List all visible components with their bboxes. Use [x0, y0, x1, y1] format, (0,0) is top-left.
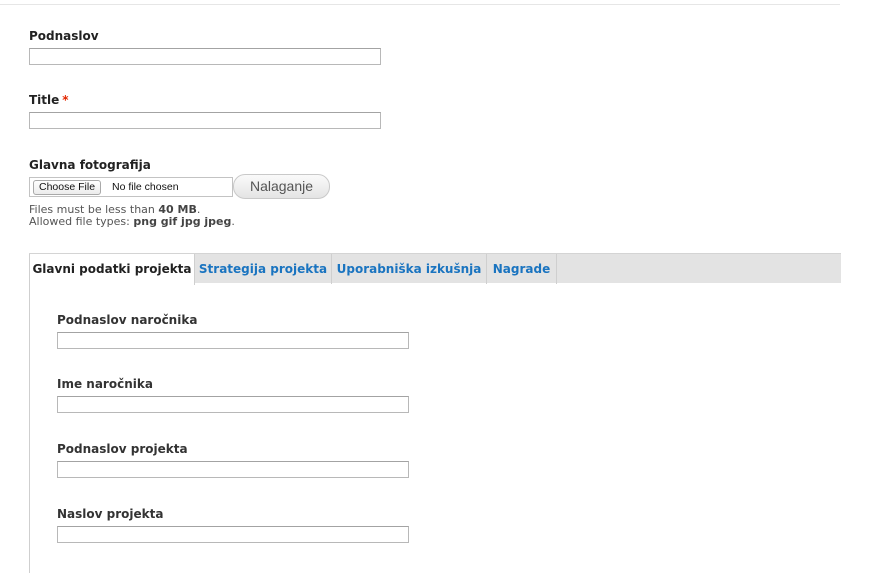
naslov-projekta-field: Naslov projekta [57, 506, 409, 543]
no-file-text: No file chosen [112, 181, 179, 193]
title-label-text: Title [29, 93, 60, 107]
required-marker: * [62, 93, 69, 107]
tab-panel-border [29, 283, 30, 573]
podnaslov-input[interactable] [29, 48, 381, 65]
title-field: Title * [29, 92, 381, 129]
naslov-projekta-label: Naslov projekta [57, 507, 164, 521]
tab-uporabniska-izkusnja[interactable]: Uporabniška izkušnja [332, 254, 487, 284]
file-input[interactable]: Choose File No file chosen [29, 177, 233, 197]
file-types-help: Allowed file types: png gif jpg jpeg. [29, 216, 235, 228]
photo-label: Glavna fotografija [29, 158, 151, 172]
podnaslov-narocnika-label: Podnaslov naročnika [57, 313, 198, 327]
vertical-tabs: Glavni podatki projekta Strategija proje… [29, 253, 841, 573]
types-help-suffix: . [231, 215, 235, 228]
title-label: Title * [29, 92, 381, 108]
podnaslov-narocnika-field: Podnaslov naročnika [57, 312, 409, 349]
photo-field: Glavna fotografija [29, 157, 151, 173]
tab-glavni-podatki[interactable]: Glavni podatki projekta [29, 254, 195, 285]
podnaslov-projekta-field: Podnaslov projekta [57, 441, 409, 478]
podnaslov-field: Podnaslov [29, 28, 381, 65]
podnaslov-label: Podnaslov [29, 29, 99, 43]
naslov-projekta-input[interactable] [57, 526, 409, 543]
podnaslov-narocnika-input[interactable] [57, 332, 409, 349]
top-divider [0, 4, 840, 5]
choose-file-button[interactable]: Choose File [33, 180, 102, 195]
tab-nagrade[interactable]: Nagrade [487, 254, 557, 284]
file-help-text: Files must be less than 40 MB. Allowed f… [29, 204, 235, 228]
ime-narocnika-input[interactable] [57, 396, 409, 413]
ime-narocnika-field: Ime naročnika [57, 376, 409, 413]
types-help-prefix: Allowed file types: [29, 215, 134, 228]
tab-bar: Glavni podatki projekta Strategija proje… [29, 253, 841, 285]
title-input[interactable] [29, 112, 381, 129]
podnaslov-projekta-label: Podnaslov projekta [57, 442, 188, 456]
upload-button[interactable]: Nalaganje [233, 174, 330, 199]
ime-narocnika-label: Ime naročnika [57, 377, 153, 391]
allowed-types: png gif jpg jpeg [133, 215, 232, 228]
tab-strategija[interactable]: Strategija projekta [195, 254, 332, 284]
podnaslov-projekta-input[interactable] [57, 461, 409, 478]
